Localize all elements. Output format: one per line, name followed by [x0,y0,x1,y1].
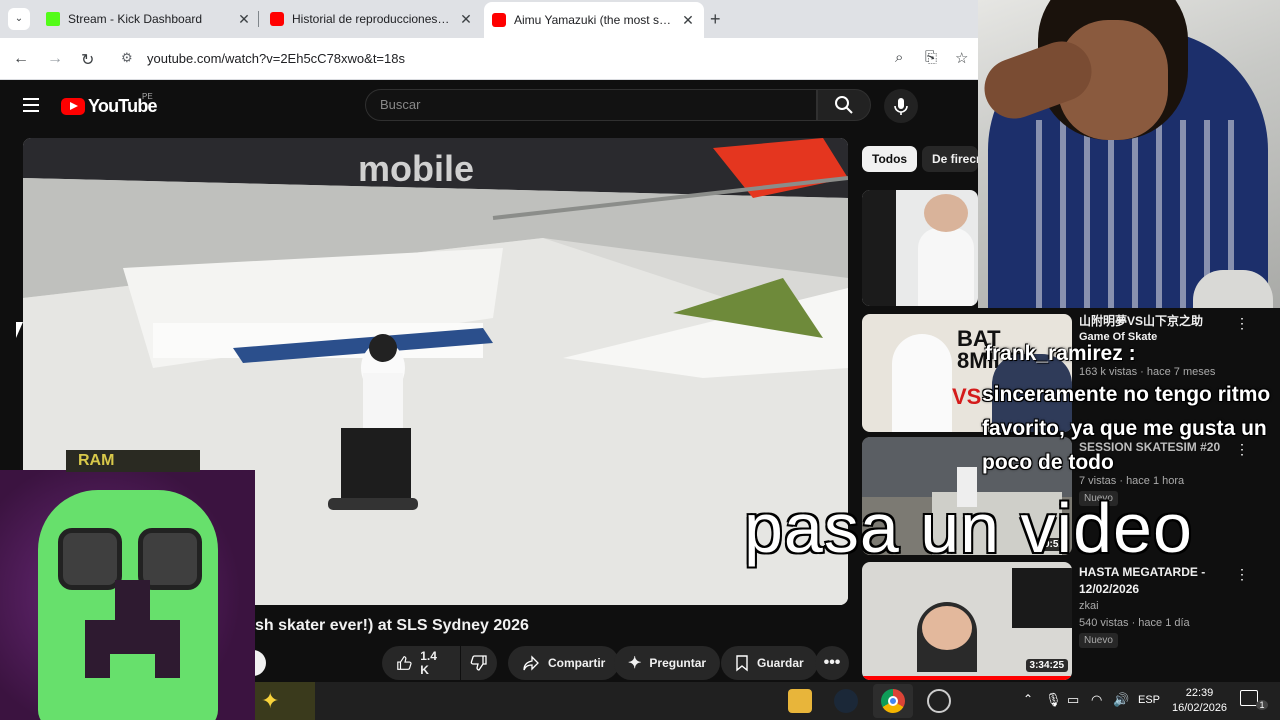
reload-icon[interactable]: ↻ [81,50,94,70]
obs-icon[interactable] [927,689,951,713]
browser-toolbar: ← → ↻ ⚙ youtube.com/watch?v=2Eh5cC78xwo&… [0,38,978,80]
tab-history[interactable]: Historial de reproducciones - YouTube ✕ [262,0,482,38]
menu-icon[interactable] [23,98,39,116]
search-icon [835,96,853,114]
more-horizontal-icon: ••• [823,654,841,671]
recommended-meta: 163 k vistas · hace 7 meses [1079,366,1216,378]
chat-username: frank_ramirez : [985,342,1136,365]
site-settings-icon[interactable]: ⚙ [121,50,133,66]
avatar-overlay [0,470,255,720]
chevron-up-icon[interactable]: ⌃ [1023,692,1033,706]
sparkle-icon: ✦ [261,688,280,713]
forward-icon[interactable]: → [47,50,63,68]
thumbs-down-icon [470,655,487,671]
recommended-thumbnail[interactable]: 3:34:25 [862,562,1072,680]
ask-button[interactable]: ✦ Preguntar [614,646,721,680]
close-tab-icon[interactable]: ✕ [236,11,252,28]
chrome-taskbar-button[interactable] [873,684,913,718]
clock[interactable]: 22:39 16/02/2026 [1172,686,1227,716]
microphone-icon[interactable]: 🎙 [1045,692,1062,708]
clock-time: 22:39 [1185,687,1214,699]
recommended-title[interactable]: HASTA MEGATARDE - 12/02/2026 [1079,564,1229,598]
video-title: sh skater ever!) at SLS Sydney 2026 [255,617,529,634]
share-label: Compartir [548,656,606,670]
mouse-cursor [16,322,30,338]
video-duration: 3:34:25 [1025,659,1068,672]
search-input[interactable]: Buscar [365,89,817,121]
like-button[interactable]: 1.4 K [382,646,460,680]
recommended-thumbnail[interactable] [862,190,978,306]
steam-icon[interactable] [834,689,858,713]
video-overlay-logo: mobile [358,148,475,189]
share-button[interactable]: Compartir [508,646,620,680]
sparkle-icon: ✦ [628,655,642,672]
search-button[interactable] [817,89,871,121]
dislike-button[interactable] [461,646,497,680]
more-vertical-icon[interactable]: ⋮ [1235,315,1249,332]
share-icon [523,655,539,671]
tab-kick-dashboard[interactable]: Stream - Kick Dashboard ✕ [38,0,260,38]
more-vertical-icon[interactable]: ⋮ [1235,566,1249,583]
new-badge: Nuevo [1079,633,1118,648]
tab-search-button[interactable]: ⌄ [8,8,30,30]
save-label: Guardar [757,656,804,670]
recommended-title[interactable]: 山附明夢VS山下京之助 [1079,313,1229,330]
close-tab-icon[interactable]: ✕ [680,12,696,29]
stream-caption: pasa un video [744,489,1193,567]
recommended-meta: 540 vistas · hace 1 día [1079,617,1190,629]
youtube-favicon-icon [492,13,506,27]
tab-current-video[interactable]: Aimu Yamazuki (the most stylish skater e… [484,2,704,38]
bookmark-star-icon[interactable]: ☆ [955,49,968,67]
ask-label: Preguntar [649,656,707,670]
save-button[interactable]: Guardar [721,646,818,680]
address-bar[interactable]: youtube.com/watch?v=2Eh5cC78xwo&t=18s [147,51,405,66]
chip-todos[interactable]: Todos [862,146,918,172]
voice-search-button[interactable] [884,89,918,123]
like-count: 1.4 K [420,649,437,677]
video-sign: RAM [66,450,200,472]
taskbar: ✦ ⌃ 🎙 ▭ ◠ 🔊 1 [255,682,1280,720]
language-indicator[interactable]: ESP [1138,694,1160,706]
back-icon[interactable]: ← [13,50,29,68]
youtube-logo[interactable]: YouTube PE [61,92,158,117]
chip-channel[interactable]: De firecra [922,146,978,172]
widgets-button[interactable]: ✦ [255,682,315,720]
chat-message: sinceramente no tengo ritmo favorito, ya… [982,383,1271,474]
wifi-icon[interactable]: ◠ [1091,692,1102,708]
close-tab-icon[interactable]: ✕ [458,11,474,28]
tab-divider [258,11,259,27]
clock-date: 16/02/2026 [1172,702,1228,714]
battery-icon[interactable]: ▭ [1067,692,1079,708]
recommended-channel[interactable]: zkai [1079,600,1099,612]
youtube-play-icon [61,98,85,115]
install-app-icon[interactable]: ⎘ [925,49,937,66]
tab-strip: ⌄ Stream - Kick Dashboard ✕ Historial de… [0,0,978,38]
webcam-overlay [978,0,1280,308]
bookmark-icon [736,655,748,672]
kick-icon [46,12,60,26]
zoom-icon[interactable]: ⌕ [895,49,903,66]
notification-count: 1 [1256,700,1268,710]
more-actions-button[interactable]: ••• [815,646,849,680]
file-explorer-icon[interactable] [788,689,812,713]
tab-title: Aimu Yamazuki (the most stylish skater e… [514,13,674,27]
youtube-header: YouTube PE Buscar [0,80,978,132]
youtube-favicon-icon [270,12,284,26]
tab-title: Historial de reproducciones - YouTube [292,12,452,26]
microphone-icon [894,98,908,115]
new-tab-icon[interactable]: + [710,9,721,30]
vs-label: VS [952,384,982,409]
volume-icon[interactable]: 🔊 [1113,692,1129,708]
tab-title: Stream - Kick Dashboard [68,12,203,26]
country-code: PE [142,92,153,101]
thumbs-up-icon [397,656,412,670]
